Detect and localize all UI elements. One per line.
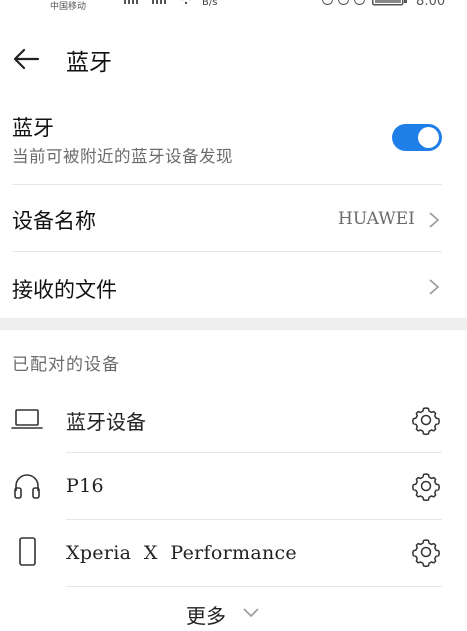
bluetooth-visibility-text: 当前可被附近的蓝牙设备发现: [12, 147, 233, 166]
chevron-right-icon: [429, 212, 440, 228]
status-bar: 中国移动 B/s 8:00: [0, 0, 467, 16]
chevron-down-icon[interactable]: [242, 606, 260, 618]
paired-devices-heading: 已配对的设备: [12, 355, 120, 375]
phone-icon: [19, 537, 36, 566]
battery-icon: [372, 0, 407, 6]
bluetooth-label: 蓝牙: [12, 116, 54, 140]
signal-icon: [124, 0, 138, 4]
gear-icon[interactable]: [410, 404, 442, 436]
gear-icon[interactable]: [410, 536, 442, 568]
received-files-label: 接收的文件: [12, 278, 117, 302]
device-name-label: 设备名称: [12, 209, 96, 233]
carrier-label: 中国移动: [50, 2, 87, 12]
bluetooth-toggle-row[interactable]: 蓝牙 当前可被附近的蓝牙设备发现: [0, 112, 467, 184]
paired-device-row[interactable]: Xperia X Performance: [0, 520, 467, 586]
gear-icon[interactable]: [410, 470, 442, 502]
paired-device-row[interactable]: 蓝牙设备: [0, 386, 467, 452]
app-bar: 蓝牙: [0, 36, 467, 84]
device-name-row[interactable]: 设备名称 HUAWEI: [0, 185, 467, 251]
wifi-icon: [182, 0, 190, 4]
received-files-row[interactable]: 接收的文件: [0, 252, 467, 318]
chevron-right-icon: [429, 279, 440, 295]
paired-device-name: P16: [66, 475, 104, 497]
paired-device-name: 蓝牙设备: [66, 410, 146, 434]
signal-icon-2: [152, 0, 166, 4]
switch-knob: [418, 127, 439, 148]
headphones-icon: [14, 474, 40, 499]
back-arrow-icon[interactable]: [12, 45, 40, 73]
laptop-icon: [11, 409, 43, 429]
divider: [66, 586, 442, 587]
paired-device-row[interactable]: P16: [0, 453, 467, 519]
paired-device-name: Xperia X Performance: [66, 542, 297, 564]
network-speed: B/s: [202, 0, 218, 8]
bluetooth-switch[interactable]: [392, 124, 442, 151]
clock: 8:00: [416, 0, 446, 9]
eye-icon: [322, 0, 333, 5]
page-title: 蓝牙: [66, 50, 112, 76]
device-name-value: HUAWEI: [338, 209, 415, 229]
section-separator: [0, 318, 467, 330]
bluetooth-status-icon: [338, 0, 349, 5]
alarm-icon: [354, 0, 365, 5]
more-button[interactable]: 更多: [186, 600, 226, 629]
